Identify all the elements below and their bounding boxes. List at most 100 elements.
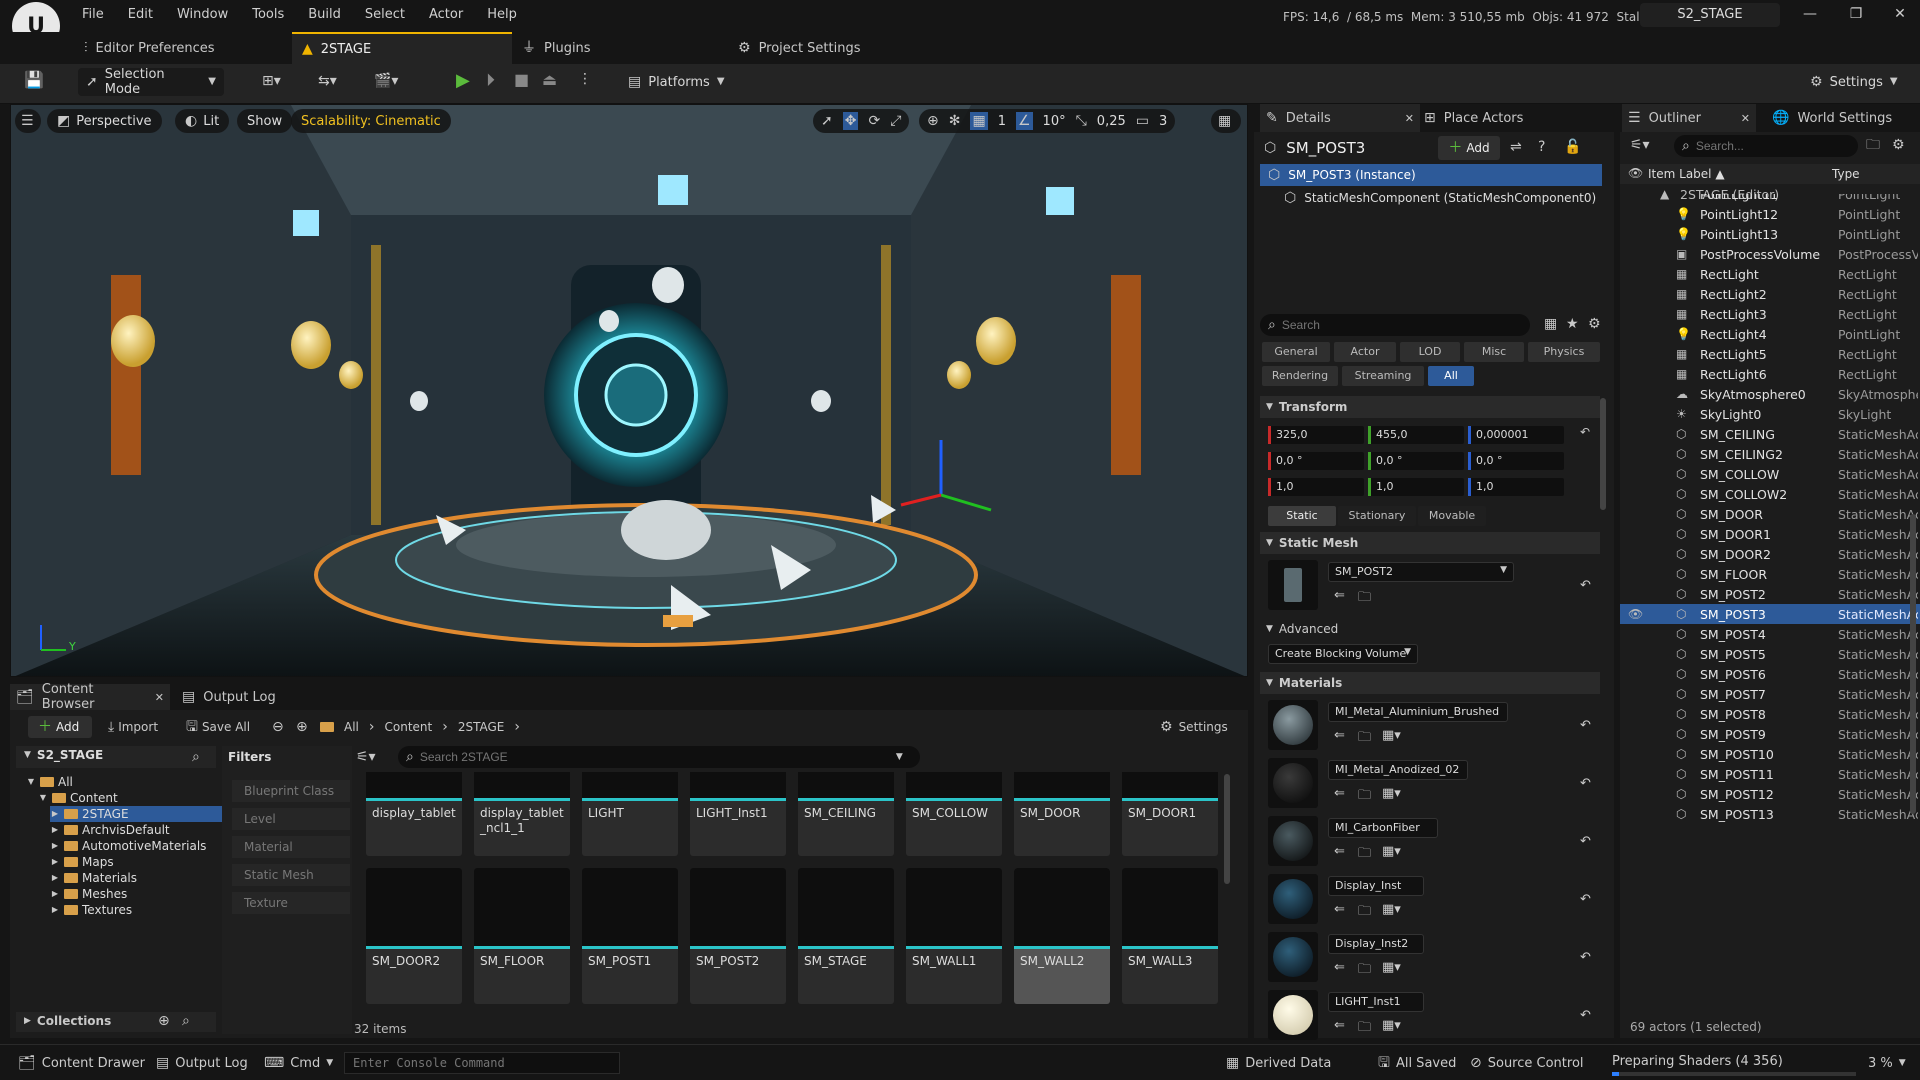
folder-tree-item[interactable]: ▶ ArchvisDefault (50, 822, 170, 838)
asset-tile[interactable]: SM_DOOR (1014, 772, 1110, 856)
rotation-y[interactable]: 0,0 ° (1368, 452, 1464, 470)
mobility-stationary[interactable]: Stationary (1338, 506, 1416, 526)
outliner-search-input[interactable] (1695, 139, 1836, 153)
filter-static-mesh[interactable]: Static Mesh (232, 864, 350, 886)
menu-select[interactable]: Select (353, 4, 417, 26)
material-options-icon[interactable]: ▦▾ (1382, 786, 1401, 801)
filter-texture[interactable]: Texture (232, 892, 350, 914)
materials-category[interactable]: ▼ Materials (1260, 672, 1600, 694)
search-icon[interactable]: ⌕ (182, 1014, 190, 1028)
material-thumbnail[interactable] (1268, 700, 1318, 750)
add-actor-icon[interactable]: ⊞▾ (262, 74, 281, 88)
outliner-scrollbar[interactable] (1910, 514, 1916, 814)
cb-save-all-button[interactable]: 🖫 Save All (186, 716, 250, 738)
content-drawer-button[interactable]: 🗂 Content Drawer (18, 1050, 145, 1076)
new-folder-icon[interactable]: 🗀 (1866, 138, 1880, 152)
asset-tile[interactable]: SM_CEILING (798, 772, 894, 856)
scale-icon[interactable]: ⤢ (890, 114, 901, 128)
material-options-icon[interactable]: ▦▾ (1382, 728, 1401, 743)
outliner-row[interactable]: ⬡SM_DOOR1StaticMeshActor (1620, 524, 1920, 544)
material-slot-5[interactable]: LIGHT_Inst1 (1328, 992, 1424, 1012)
expand-arrow-icon[interactable]: ▶ (50, 906, 60, 914)
outliner-row[interactable]: ⬡SM_COLLOW2StaticMeshActor (1620, 484, 1920, 504)
scale-snap-icon[interactable]: ⤡ (1076, 114, 1087, 128)
menu-build[interactable]: Build (296, 4, 353, 26)
outliner-row[interactable]: 💡 PointLight13 PointLight (1620, 224, 1920, 244)
settings-button[interactable]: ⚙ Settings ▼ (1802, 68, 1910, 96)
outliner-row[interactable]: ⬡SM_DOOR2StaticMeshActor (1620, 544, 1920, 564)
material-slot-4[interactable]: Display_Inst2 (1328, 934, 1424, 954)
menu-window[interactable]: Window (165, 4, 240, 26)
static-mesh-dropdown[interactable]: SM_POST2 ▼ (1328, 562, 1514, 582)
expand-arrow-icon[interactable]: ▶ (50, 874, 60, 882)
menu-tools[interactable]: Tools (240, 4, 296, 26)
outliner-row[interactable]: ▦ RectLight5 RectLight (1620, 344, 1920, 364)
asset-tile[interactable]: display_tablet (366, 772, 462, 856)
browse-icon[interactable]: 🗀 (1358, 1018, 1371, 1040)
actor-name[interactable]: SM_POST3 (1286, 139, 1365, 157)
gear-icon[interactable]: ⚙ (1892, 138, 1905, 152)
column-type[interactable]: Type (1832, 167, 1860, 181)
source-control-button[interactable]: ⊘ Source Control (1470, 1050, 1584, 1076)
table-view-icon[interactable]: ▦ (1544, 317, 1557, 331)
filter-blueprint-class[interactable]: Blueprint Class (232, 780, 350, 802)
asset-tile[interactable]: SM_WALL3 (1122, 868, 1218, 1004)
material-slot-0[interactable]: MI_Metal_Aluminium_Brushed (1328, 702, 1508, 722)
asset-tile[interactable]: SM_POST1 (582, 868, 678, 1004)
filter-actor[interactable]: Actor (1334, 342, 1396, 362)
grid-snap-value[interactable]: 1 (998, 114, 1006, 129)
browse-icon[interactable]: 🗀 (1358, 728, 1371, 750)
material-slot-1[interactable]: MI_Metal_Anodized_02 (1328, 760, 1468, 780)
cmd-dropdown[interactable]: ⌨ Cmd ▼ (264, 1050, 333, 1076)
outliner-row[interactable]: ▦ RectLight RectLight (1620, 264, 1920, 284)
scale-y[interactable]: 1,0 (1368, 478, 1464, 496)
filter-general[interactable]: General (1262, 342, 1330, 362)
filter-streaming[interactable]: Streaming (1342, 366, 1424, 386)
expand-arrow-icon[interactable]: ▶ (50, 858, 60, 866)
outliner-row[interactable]: ⬡SM_CEILING2StaticMeshActor (1620, 444, 1920, 464)
help-icon[interactable]: ? (1538, 140, 1545, 154)
cb-import-button[interactable]: ⤓ Import (108, 716, 158, 738)
filter-rendering[interactable]: Rendering (1262, 366, 1338, 386)
filter-icon[interactable]: ⚟▾ (356, 750, 376, 764)
eye-icon[interactable]: 👁 (1628, 607, 1643, 621)
reset-mesh-icon[interactable]: ↶ (1580, 578, 1591, 593)
reset-material-icon[interactable]: ↶ (1580, 1008, 1591, 1023)
material-options-icon[interactable]: ▦▾ (1382, 902, 1401, 917)
folder-tree-item[interactable]: ▶ Meshes (50, 886, 127, 902)
material-options-icon[interactable]: ▦▾ (1382, 1018, 1401, 1033)
lit-button[interactable]: ◐ Lit (175, 109, 230, 133)
filter-material[interactable]: Material (232, 836, 350, 858)
outliner-row[interactable]: 💡 RectLight4 PointLight (1620, 324, 1920, 344)
asset-tile[interactable]: SM_STAGE (798, 868, 894, 1004)
asset-tile[interactable]: SM_WALL1 (906, 868, 1002, 1004)
expand-arrow-icon[interactable]: ▼ (26, 778, 36, 786)
scene-render[interactable] (11, 105, 1248, 677)
scalability-button[interactable]: Scalability: Cinematic (291, 109, 451, 133)
material-thumbnail[interactable] (1268, 758, 1318, 808)
filter-level[interactable]: Level (232, 808, 350, 830)
cb-settings-button[interactable]: ⚙ Settings (1160, 716, 1228, 738)
rotate-icon[interactable]: ⟳ (868, 114, 880, 128)
browse-icon[interactable]: 🗀 (1358, 786, 1371, 808)
material-slot-3[interactable]: Display_Inst (1328, 876, 1424, 896)
reset-location-icon[interactable]: ↶ (1580, 426, 1590, 438)
folder-tree-item[interactable]: ▶ AutomotiveMaterials (50, 838, 207, 854)
use-selected-icon[interactable]: ⇐ (1334, 786, 1345, 801)
location-y[interactable]: 455,0 (1368, 426, 1464, 444)
surface-snap-icon[interactable]: ✻ (949, 114, 961, 128)
material-slot-2[interactable]: MI_CarbonFiber (1328, 818, 1438, 838)
folder-tree-item[interactable]: ▶ Materials (50, 870, 137, 886)
globe-icon[interactable]: ⊕ (927, 114, 939, 128)
breadcrumb-2stage[interactable]: 2STAGE (458, 720, 505, 734)
more-options-icon[interactable]: ⋮ (578, 72, 592, 86)
add-collection-icon[interactable]: ⊕ (158, 1014, 170, 1028)
advanced-category[interactable]: ▼ Advanced (1260, 618, 1600, 640)
outliner-row[interactable]: ⬡SM_POST5StaticMeshActor (1620, 644, 1920, 664)
level-viewport[interactable]: Y ☰ ◩ Perspective ◐ Lit Show Scalability: … (10, 104, 1248, 677)
folder-tree-item[interactable]: ▶ Textures (50, 902, 132, 918)
outliner-row[interactable]: ⬡SM_DOORStaticMeshActor (1620, 504, 1920, 524)
use-selected-icon[interactable]: ⇐ (1334, 844, 1345, 859)
outliner-row[interactable]: ☀ SkyLight0 SkyLight (1620, 404, 1920, 424)
star-icon[interactable]: ★ (1566, 317, 1579, 331)
